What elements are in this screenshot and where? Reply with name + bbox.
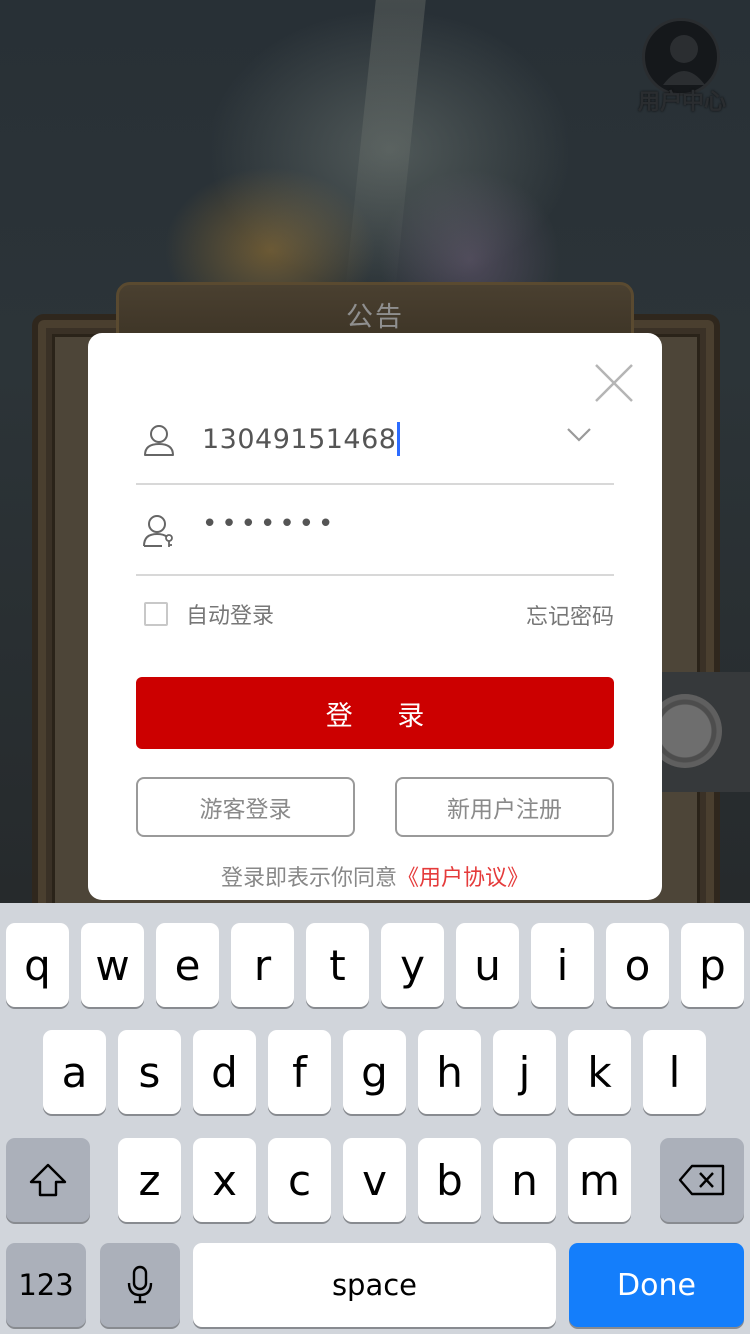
text-cursor bbox=[397, 422, 401, 456]
dictation-key[interactable] bbox=[100, 1243, 180, 1327]
key-b[interactable]: b bbox=[418, 1138, 481, 1222]
key-i[interactable]: i bbox=[531, 923, 594, 1007]
user-icon bbox=[144, 425, 174, 456]
auto-login-label: 自动登录 bbox=[186, 604, 275, 629]
key-v[interactable]: v bbox=[343, 1138, 406, 1222]
key-h[interactable]: h bbox=[418, 1030, 481, 1114]
account-value: 13049151468 bbox=[202, 423, 397, 455]
key-z[interactable]: z bbox=[118, 1138, 181, 1222]
key-x[interactable]: x bbox=[193, 1138, 256, 1222]
numbers-key[interactable]: 123 bbox=[6, 1243, 86, 1327]
key-s[interactable]: s bbox=[118, 1030, 181, 1114]
auto-login-option[interactable]: 自动登录 bbox=[144, 599, 274, 629]
key-j[interactable]: j bbox=[493, 1030, 556, 1114]
screen: 公告 用户中心 13049151468 ••••••• 自动登录 忘记密码 登 … bbox=[0, 0, 750, 1334]
microphone-icon bbox=[127, 1265, 153, 1304]
space-key[interactable]: space bbox=[193, 1243, 556, 1327]
key-t[interactable]: t bbox=[306, 923, 369, 1007]
user-center-label: 用户中心 bbox=[637, 90, 726, 115]
key-a[interactable]: a bbox=[43, 1030, 106, 1114]
key-e[interactable]: e bbox=[156, 923, 219, 1007]
key-u[interactable]: u bbox=[456, 923, 519, 1007]
key-f[interactable]: f bbox=[268, 1030, 331, 1114]
agreement-text: 登录即表示你同意 bbox=[220, 866, 397, 891]
password-field[interactable]: ••••••• bbox=[136, 486, 614, 576]
done-key[interactable]: Done bbox=[569, 1243, 744, 1327]
keyboard: q w e r t y u i o p a s d f g h j k l z … bbox=[0, 903, 750, 1334]
key-n[interactable]: n bbox=[493, 1138, 556, 1222]
forgot-password-link[interactable]: 忘记密码 bbox=[526, 599, 614, 631]
auto-login-checkbox[interactable] bbox=[144, 602, 168, 626]
key-g[interactable]: g bbox=[343, 1030, 406, 1114]
password-input[interactable]: ••••••• bbox=[202, 509, 337, 539]
user-key-icon bbox=[143, 515, 173, 547]
key-y[interactable]: y bbox=[381, 923, 444, 1007]
key-w[interactable]: w bbox=[81, 923, 144, 1007]
backspace-key[interactable] bbox=[660, 1138, 744, 1222]
shift-icon bbox=[29, 1163, 67, 1197]
light-rays bbox=[344, 0, 426, 300]
key-c[interactable]: c bbox=[268, 1138, 331, 1222]
backspace-icon bbox=[678, 1164, 725, 1196]
key-q[interactable]: q bbox=[6, 923, 69, 1007]
key-p[interactable]: p bbox=[681, 923, 744, 1007]
shift-key[interactable] bbox=[6, 1138, 90, 1222]
guest-login-button[interactable]: 游客登录 bbox=[136, 777, 355, 837]
account-input[interactable]: 13049151468 bbox=[202, 421, 401, 457]
announcement-title: 公告 bbox=[346, 302, 404, 333]
key-r[interactable]: r bbox=[231, 923, 294, 1007]
key-o[interactable]: o bbox=[606, 923, 669, 1007]
user-center-button[interactable]: 用户中心 bbox=[632, 14, 732, 115]
key-k[interactable]: k bbox=[568, 1030, 631, 1114]
key-d[interactable]: d bbox=[193, 1030, 256, 1114]
key-l[interactable]: l bbox=[643, 1030, 706, 1114]
agreement-notice: 登录即表示你同意《用户协议》 bbox=[88, 860, 662, 892]
chevron-down-icon[interactable] bbox=[566, 427, 592, 443]
key-m[interactable]: m bbox=[568, 1138, 631, 1222]
login-dialog: 13049151468 ••••••• 自动登录 忘记密码 登 录 游客登录 新… bbox=[88, 333, 662, 900]
user-agreement-link[interactable]: 《用户协议》 bbox=[397, 866, 529, 891]
register-button[interactable]: 新用户注册 bbox=[395, 777, 614, 837]
account-field[interactable]: 13049151468 bbox=[136, 395, 614, 485]
login-button[interactable]: 登 录 bbox=[136, 677, 614, 749]
